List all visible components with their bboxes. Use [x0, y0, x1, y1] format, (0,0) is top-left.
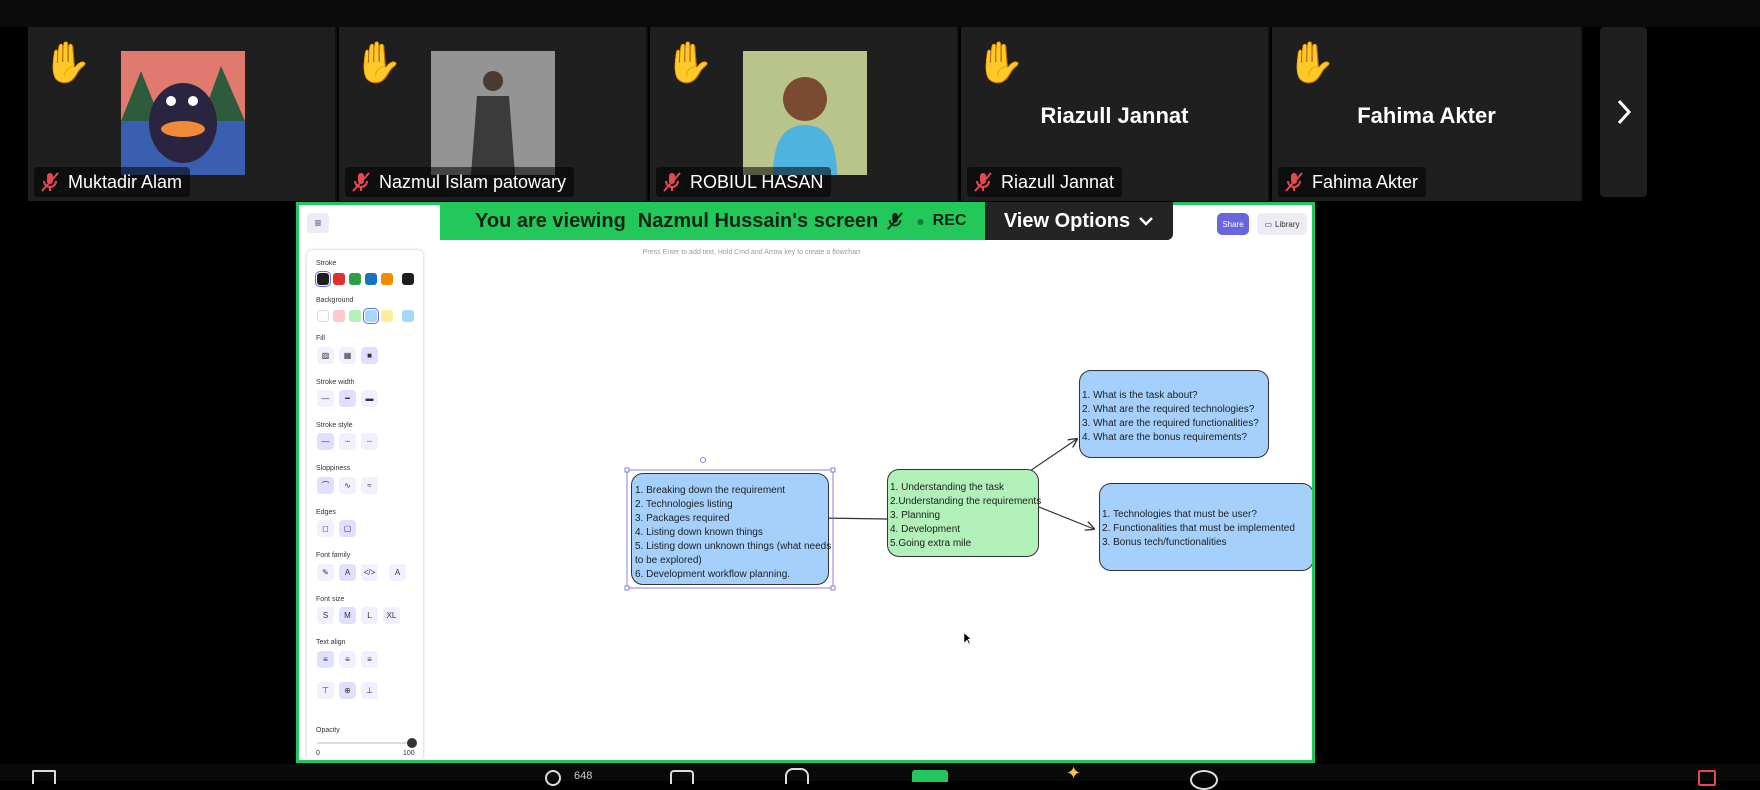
participant-gallery: ✋ Muktadir Alam ✋ Nazmul Islam patowary …: [28, 27, 1648, 201]
participant-tile[interactable]: ✋ Fahima Akter Fahima Akter: [1272, 27, 1583, 201]
leave-icon[interactable]: [1698, 770, 1716, 786]
raised-hand-icon: ✋: [353, 41, 403, 85]
share-banner: You are viewing Nazmul Hussain's screen …: [440, 202, 1173, 240]
rec-label: REC: [932, 212, 967, 229]
share-screen-icon[interactable]: [912, 770, 948, 782]
participant-nameplate: ROBIUL HASAN: [656, 167, 832, 197]
top-strip: [0, 0, 1760, 27]
participant-name: ROBIUL HASAN: [690, 171, 824, 192]
raised-hand-icon: ✋: [975, 41, 1025, 85]
participant-nameplate: Fahima Akter: [1278, 167, 1427, 197]
participants-icon[interactable]: [545, 770, 561, 786]
participant-video: [431, 51, 555, 175]
participant-nameplate: Riazull Jannat: [967, 167, 1123, 197]
participant-tile[interactable]: ✋ Riazull Jannat Riazull Jannat: [961, 27, 1270, 201]
view-options-label: View Options: [1003, 209, 1131, 232]
chevron-down-icon: [1139, 217, 1154, 226]
viewing-prefix: You are viewing: [475, 209, 626, 232]
presenter-name: Nazmul Hussain's screen: [637, 209, 879, 232]
participant-tile[interactable]: ✋ ROBIUL HASAN: [650, 27, 959, 201]
meeting-toolbar: 648 ✦: [0, 764, 1760, 790]
mic-muted-icon: [41, 172, 59, 192]
participant-nameplate: Muktadir Alam: [34, 167, 191, 197]
node-bottom-right[interactable]: 1. Technologies that must be user? 2. Fu…: [1099, 483, 1312, 571]
arrow-center-to-bottom-right: [1033, 504, 1094, 529]
participant-name: Fahima Akter: [1312, 171, 1419, 192]
participant-display-name: Riazull Jannat: [1040, 103, 1189, 128]
raised-hand-icon: ✋: [42, 41, 92, 85]
mic-muted-icon: [974, 172, 992, 192]
participant-tile[interactable]: ✋ Muktadir Alam: [28, 27, 337, 201]
reactions-icon[interactable]: [785, 768, 809, 784]
raised-hand-icon: ✋: [1286, 41, 1336, 85]
node-top-right[interactable]: 1. What is the task about? 2. What are t…: [1079, 370, 1269, 458]
more-icon[interactable]: [1190, 770, 1218, 790]
participant-name: Muktadir Alam: [68, 171, 183, 192]
arrow-center-to-left: [820, 518, 888, 519]
ai-companion-icon[interactable]: ✦: [1066, 764, 1081, 782]
participant-name: Riazull Jannat: [1001, 171, 1115, 192]
rec-dot-icon: ●: [916, 213, 925, 229]
shared-screen: ≡ Share ▭ Library Press Enter to add text…: [296, 202, 1315, 763]
node-center[interactable]: 1. Understanding the task 2.Understandin…: [887, 469, 1041, 557]
mic-muted-icon: [663, 172, 681, 192]
node-left[interactable]: 1. Breaking down the requirement 2. Tech…: [631, 473, 831, 585]
mic-muted-icon: [1285, 172, 1303, 192]
view-options-button[interactable]: View Options: [985, 202, 1173, 240]
participants-count: 648: [574, 770, 593, 782]
participant-video: [743, 51, 867, 175]
mic-muted-icon: [352, 172, 370, 192]
mic-muted-icon: [887, 212, 904, 230]
participant-name: Nazmul Islam patowary: [379, 171, 567, 192]
video-icon[interactable]: [32, 770, 56, 784]
gallery-next-button[interactable]: [1600, 27, 1647, 197]
selection-rotate-handle: [700, 457, 706, 463]
participant-video: [121, 51, 245, 175]
participant-display-name: Fahima Akter: [1357, 103, 1496, 128]
raised-hand-icon: ✋: [664, 41, 714, 85]
participant-nameplate: Nazmul Islam patowary: [345, 167, 575, 197]
chevron-right-icon: [1617, 99, 1631, 125]
share-status: You are viewing Nazmul Hussain's screen …: [440, 202, 985, 240]
participant-tile[interactable]: ✋ Nazmul Islam patowary: [339, 27, 648, 201]
mouse-cursor-icon: [964, 633, 972, 645]
chat-icon[interactable]: [670, 770, 694, 784]
